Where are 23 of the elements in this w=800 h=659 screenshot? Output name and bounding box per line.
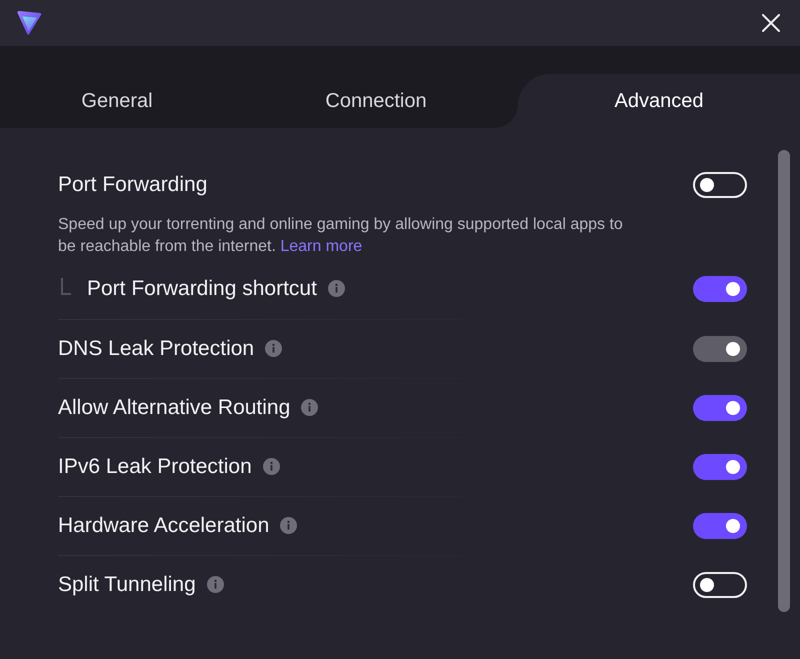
info-icon[interactable] — [328, 280, 345, 297]
setting-label: IPv6 Leak Protection — [58, 454, 252, 478]
toggle-switch[interactable] — [693, 454, 747, 480]
tree-connector-icon — [61, 278, 71, 295]
scrollbar-thumb[interactable] — [778, 150, 790, 612]
learn-more-link[interactable]: Learn more — [280, 238, 362, 255]
setting-label: DNS Leak Protection — [58, 336, 254, 360]
setting-label: Allow Alternative Routing — [58, 396, 290, 420]
info-icon[interactable] — [262, 458, 280, 475]
toggle-switch[interactable] — [693, 512, 747, 538]
toggle-switch[interactable] — [693, 172, 747, 198]
setting-label: Port Forwarding shortcut — [87, 276, 317, 300]
setting-label: Hardware Acceleration — [58, 514, 270, 538]
info-icon[interactable] — [206, 576, 224, 593]
toggle-switch[interactable] — [693, 572, 747, 598]
setting-label: Port Forwarding — [58, 173, 208, 197]
toggle-switch[interactable] — [693, 276, 747, 302]
setting-description: Speed up your torrenting and online gaming by allowing supported local apps to be reachable from the internet. Learn more — [58, 215, 624, 257]
triangle-logo-icon — [16, 10, 42, 36]
toggle-switch[interactable] — [693, 394, 747, 420]
setting-label: Split Tunneling — [58, 572, 196, 596]
info-icon[interactable] — [280, 517, 298, 534]
info-icon[interactable] — [301, 399, 318, 416]
